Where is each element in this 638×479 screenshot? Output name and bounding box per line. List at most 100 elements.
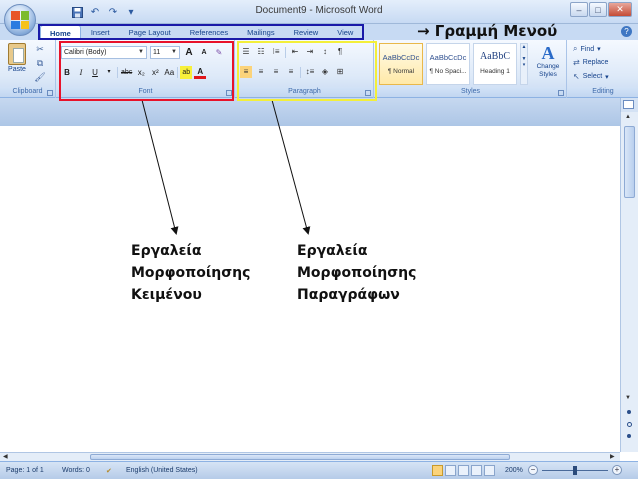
underline-dropdown-icon[interactable]: ▾ xyxy=(103,66,115,79)
view-ruler-icon[interactable] xyxy=(623,100,634,109)
scroll-up-icon[interactable]: ▲ xyxy=(625,114,631,120)
caption-line: Μορφοποίησης xyxy=(297,265,417,281)
view-buttons xyxy=(432,465,495,476)
style-heading-1[interactable]: AaBbC Heading 1 xyxy=(473,43,517,85)
draft-view-icon[interactable] xyxy=(484,465,495,476)
decrease-indent-button[interactable]: ⇤ xyxy=(289,46,301,58)
zoom-level[interactable]: 200% xyxy=(505,467,523,474)
tab-view[interactable]: View xyxy=(328,25,362,40)
vertical-scroll-thumb[interactable] xyxy=(624,126,635,198)
horizontal-scrollbar[interactable]: ◀ ▶ xyxy=(0,452,620,461)
paste-label: Paste xyxy=(8,66,26,73)
style-no-spacing[interactable]: AaBbCcDc ¶ No Spaci... xyxy=(426,43,470,85)
tab-references[interactable]: References xyxy=(181,25,237,40)
select-button[interactable]: ↖ Select ▾ xyxy=(573,72,609,81)
minimize-button[interactable]: – xyxy=(570,2,588,17)
close-button[interactable]: ✕ xyxy=(608,2,632,17)
cut-icon[interactable]: ✂ xyxy=(34,44,46,54)
style-sample: AaBbCcDc xyxy=(382,53,420,62)
zoom-out-button[interactable]: − xyxy=(528,465,538,475)
tab-home[interactable]: Home xyxy=(40,25,81,40)
font-launcher-icon[interactable] xyxy=(226,90,232,96)
change-styles-label: Change Styles xyxy=(536,63,560,78)
divider xyxy=(285,46,286,58)
numbering-button[interactable]: ☷ xyxy=(255,46,267,58)
align-right-button[interactable]: ≡ xyxy=(270,66,282,78)
browse-object-icon[interactable] xyxy=(627,422,632,427)
clear-formatting-icon[interactable]: ✎ xyxy=(213,46,225,59)
styles-gallery-scroll[interactable]: ▲ ▼ ▾ xyxy=(520,43,528,85)
window-controls: – □ ✕ xyxy=(570,2,632,17)
style-normal[interactable]: AaBbCcDc ¶ Normal xyxy=(379,43,423,85)
tab-page-layout[interactable]: Page Layout xyxy=(120,25,180,40)
language-indicator[interactable]: English (United States) xyxy=(126,467,198,474)
font-row-2: B I U ▾ abc x₂ x² Aa ab A xyxy=(61,66,207,79)
format-painter-icon[interactable]: 🖌 xyxy=(34,72,46,82)
previous-page-icon[interactable] xyxy=(627,410,631,414)
clipboard-launcher-icon[interactable] xyxy=(47,90,53,96)
paragraph-group-label: Paragraph xyxy=(236,87,373,97)
print-layout-view-icon[interactable] xyxy=(432,465,443,476)
change-styles-button[interactable]: A Change Styles xyxy=(532,43,564,79)
paragraph-tools-caption: Εργαλεία Μορφοποίησης Παραγράφων xyxy=(297,240,416,306)
borders-button[interactable]: ⊞ xyxy=(334,66,346,78)
page-count[interactable]: Page: 1 of 1 xyxy=(6,467,44,474)
grow-font-button[interactable]: A xyxy=(183,46,195,59)
highlight-button[interactable]: ab xyxy=(180,66,193,79)
show-marks-button[interactable]: ¶ xyxy=(334,46,346,58)
web-layout-view-icon[interactable] xyxy=(458,465,469,476)
change-case-button[interactable]: Aa xyxy=(163,66,175,79)
word-count[interactable]: Words: 0 xyxy=(62,467,90,474)
scroll-right-icon[interactable]: ▶ xyxy=(610,453,615,460)
superscript-button[interactable]: x² xyxy=(149,66,161,79)
maximize-button[interactable]: □ xyxy=(589,2,607,17)
styles-launcher-icon[interactable] xyxy=(558,90,564,96)
outline-view-icon[interactable] xyxy=(471,465,482,476)
paragraph-group: ☰ ☷ ⁝≡ ⇤ ⇥ ↕ ¶ ≡ ≡ ≡ ≡ ↕≡ ◈ ⊞ Paragraph xyxy=(236,40,374,98)
bold-button[interactable]: B xyxy=(61,66,73,79)
help-icon[interactable]: ? xyxy=(621,26,632,37)
tab-insert[interactable]: Insert xyxy=(82,25,119,40)
bullets-button[interactable]: ☰ xyxy=(240,46,252,58)
shrink-font-button[interactable]: A xyxy=(198,46,210,59)
tab-review[interactable]: Review xyxy=(285,25,328,40)
scroll-down-icon[interactable]: ▼ xyxy=(625,395,631,401)
subscript-button[interactable]: x₂ xyxy=(135,66,147,79)
menu-annotation-label: → Γραμμή Μενού xyxy=(417,22,558,40)
style-sample: AaBbCcDc xyxy=(429,53,467,62)
underline-button[interactable]: U xyxy=(89,66,101,79)
strikethrough-button[interactable]: abc xyxy=(120,66,133,79)
italic-button[interactable]: I xyxy=(75,66,87,79)
full-screen-view-icon[interactable] xyxy=(445,465,456,476)
vertical-scrollbar[interactable]: ▲ ▼ xyxy=(620,112,638,452)
increase-indent-button[interactable]: ⇥ xyxy=(304,46,316,58)
paragraph-row-1: ☰ ☷ ⁝≡ ⇤ ⇥ ↕ ¶ xyxy=(240,46,346,58)
align-left-button[interactable]: ≡ xyxy=(240,66,252,78)
next-page-icon[interactable] xyxy=(627,434,631,438)
sort-button[interactable]: ↕ xyxy=(319,46,331,58)
line-spacing-button[interactable]: ↕≡ xyxy=(304,66,316,78)
change-styles-icon: A xyxy=(541,43,555,63)
office-logo-icon xyxy=(11,11,29,29)
zoom-in-button[interactable]: + xyxy=(612,465,622,475)
font-size-select[interactable]: 11 ▼ xyxy=(150,46,180,59)
justify-button[interactable]: ≡ xyxy=(285,66,297,78)
paragraph-launcher-icon[interactable] xyxy=(365,90,371,96)
office-button[interactable] xyxy=(4,4,36,36)
styles-group: AaBbCcDc ¶ Normal AaBbCcDc ¶ No Spaci...… xyxy=(375,40,567,98)
scroll-left-icon[interactable]: ◀ xyxy=(3,453,8,460)
replace-button[interactable]: ⇄ Replace xyxy=(573,58,608,67)
horizontal-scroll-thumb[interactable] xyxy=(90,454,510,460)
proofing-icon[interactable]: ✔ xyxy=(106,467,112,475)
tab-mailings[interactable]: Mailings xyxy=(238,25,284,40)
paste-button[interactable]: Paste xyxy=(5,43,29,73)
find-button[interactable]: ⌕ Find ▾ xyxy=(573,44,601,54)
font-name-select[interactable]: Calibri (Body) ▼ xyxy=(61,46,147,59)
multilevel-list-button[interactable]: ⁝≡ xyxy=(270,46,282,58)
center-button[interactable]: ≡ xyxy=(255,66,267,78)
copy-icon[interactable]: ⧉ xyxy=(34,58,46,68)
zoom-slider-handle[interactable] xyxy=(573,466,577,475)
clipboard-group: Paste ✂ ⧉ 🖌 Clipboard xyxy=(0,40,56,98)
shading-button[interactable]: ◈ xyxy=(319,66,331,78)
font-color-button[interactable]: A xyxy=(194,66,207,79)
